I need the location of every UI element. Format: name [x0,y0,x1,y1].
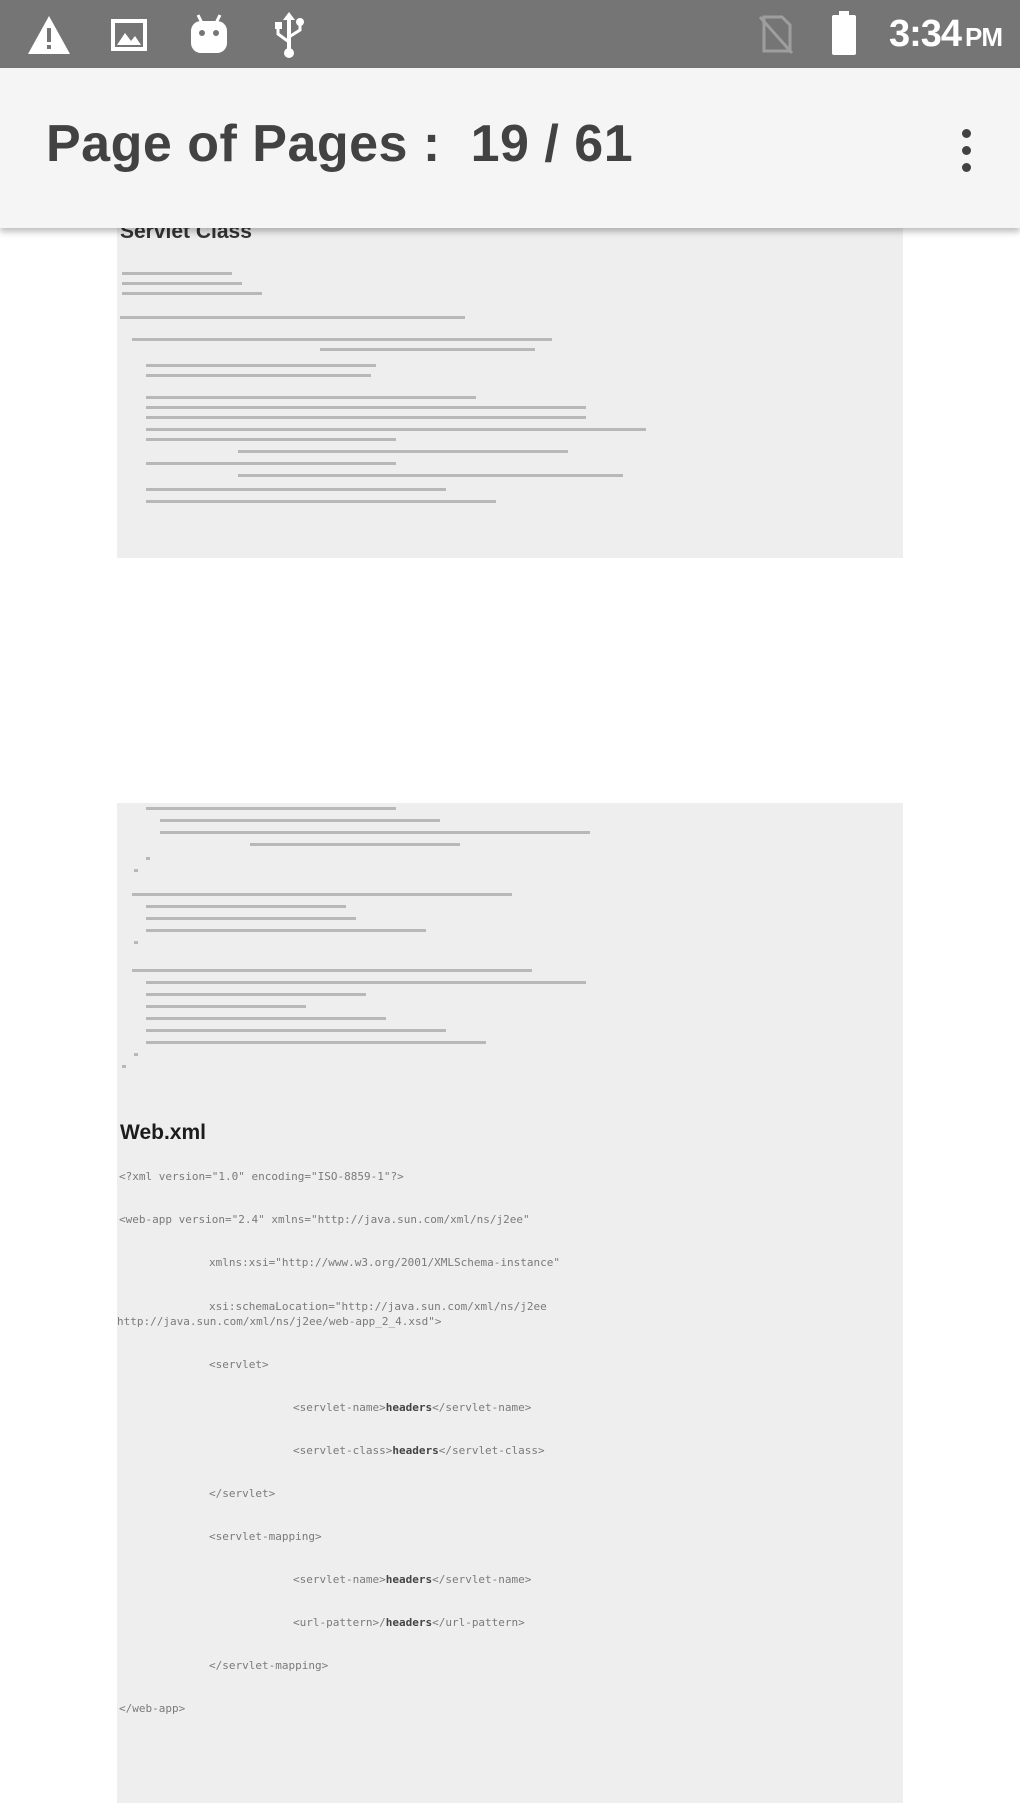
xml-line: <servlet-name>headers</servlet-name> [293,1573,532,1586]
xml-line: http://java.sun.com/xml/ns/j2ee/web-app_… [117,1315,442,1328]
xml-line: <web-app version="2.4" xmlns="http://jav… [119,1213,530,1226]
xml-line: xsi:schemaLocation="http://java.sun.com/… [209,1300,547,1313]
xml-line: <servlet-class>headers</servlet-class> [293,1444,545,1457]
system-icons: 3:34 PM [753,8,1003,60]
overflow-menu-icon[interactable] [946,120,986,180]
xml-line: <url-pattern>/headers</url-pattern> [293,1616,525,1629]
xml-line: </servlet> [209,1487,276,1500]
clock-ampm: PM [965,21,1003,52]
android-icon [186,12,232,58]
battery-icon [821,11,867,57]
code-lines [122,807,590,1068]
usb-icon [266,12,312,58]
section-heading: Web.xml [120,1121,206,1144]
xml-line: <?xml version="1.0" encoding="ISO-8859-1… [119,1170,404,1183]
clock: 3:34 PM [888,12,1003,56]
xml-line: <servlet-name>headers</servlet-name> [293,1401,532,1414]
document-page: Web.xml <?xml version="1.0" encoding="IS… [117,803,903,1803]
status-bar: 3:34 PM [0,0,1020,68]
page-title: Page of Pages : 19 / 61 [46,115,634,173]
code-lines [120,272,646,503]
xml-line: </web-app> [119,1702,186,1715]
image-icon [106,12,152,58]
notification-icons [26,10,312,60]
document-viewer[interactable]: Servlet Class Web.xml <?xml version="1.0… [0,224,1020,1817]
xml-line: <servlet-mapping> [209,1530,322,1543]
xml-line: <servlet> [209,1358,269,1371]
clock-time: 3:34 [888,12,962,55]
xml-line: </servlet-mapping> [209,1659,329,1672]
xml-line: xmlns:xsi="http://www.w3.org/2001/XMLSch… [209,1256,560,1269]
no-sim-icon [753,11,799,57]
warning-icon [26,12,72,58]
document-page: Servlet Class [117,224,903,558]
